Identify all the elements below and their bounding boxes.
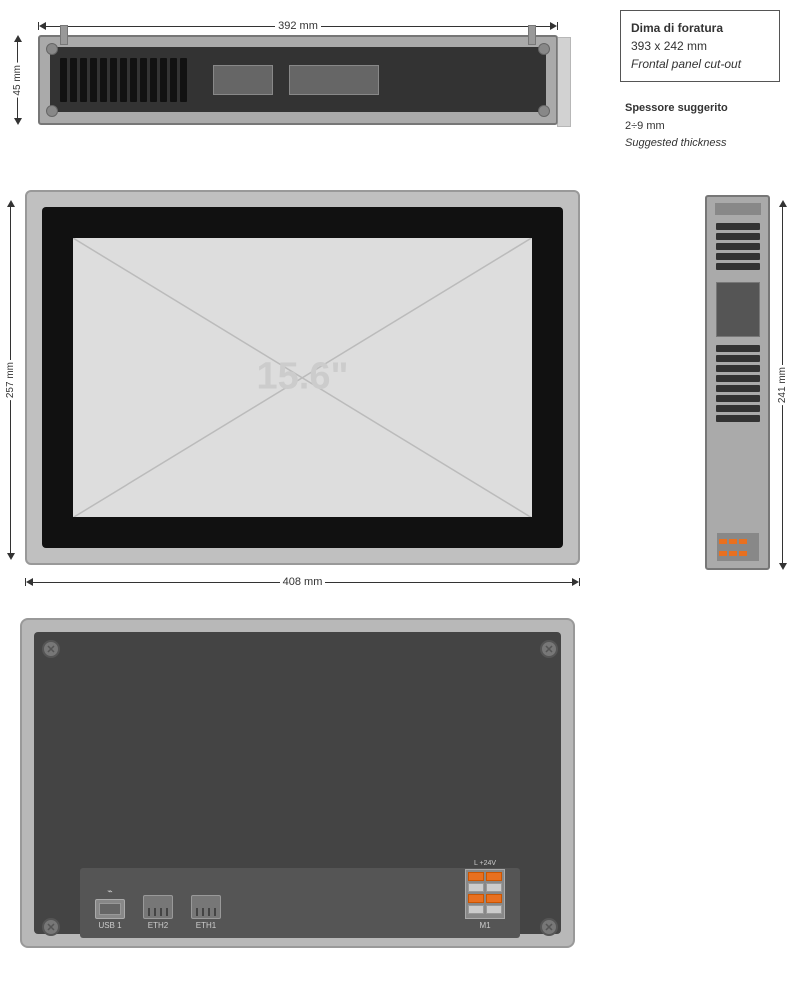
cutout-dimensions: 393 x 242 mm (631, 37, 769, 55)
side-top-panel (715, 203, 761, 215)
top-bolt-l (60, 25, 68, 45)
eth1-connector (191, 895, 221, 919)
usb-port-group: ⌁ USB 1 (95, 886, 125, 930)
top-connector-2 (289, 65, 379, 95)
usb-connector (95, 899, 125, 919)
cutout-title-italian: Dima di foratura (631, 19, 769, 37)
side-height-label: 241 mm (777, 365, 788, 405)
front-width-label: 408 mm (280, 576, 326, 588)
screen-size-label: 15.6" (257, 356, 349, 399)
eth2-connector (143, 895, 173, 919)
thickness-value: 2÷9 mm (625, 118, 780, 136)
eth2-port-group: ETH2 (143, 895, 173, 930)
back-port-area: ⌁ USB 1 ETH2 (80, 868, 520, 938)
front-height-label: 257 mm (5, 360, 16, 400)
usb-label: USB 1 (98, 921, 121, 930)
front-width-dimension: 408 mm (25, 576, 580, 588)
top-panel-flange (557, 37, 571, 127)
side-view-device (705, 195, 770, 570)
usb-symbol: ⌁ (107, 886, 112, 897)
back-screw-bl: ✕ (42, 918, 60, 936)
side-vent-group-2 (716, 345, 760, 422)
thickness-label-en: Suggested thickness (625, 135, 780, 153)
top-width-label: 392 mm (275, 20, 321, 32)
thickness-annotation: Spessore suggerito 2÷9 mm Suggested thic… (625, 100, 780, 153)
top-screw-bl (46, 105, 58, 117)
top-bolt-r (528, 25, 536, 45)
top-connector-1 (213, 65, 273, 95)
eth2-label: ETH2 (148, 921, 168, 930)
side-vent-group (716, 223, 760, 270)
eth1-label: ETH1 (196, 921, 216, 930)
top-view-device (38, 35, 558, 125)
top-height-dimension: 45 mm (12, 35, 23, 125)
side-ports (716, 532, 760, 562)
m1-label: M1 (479, 921, 490, 930)
m1-terminal-body (465, 869, 505, 919)
cutout-title-english: Frontal panel cut-out (631, 55, 769, 73)
back-view: ✕ ✕ ✕ ✕ ⌁ USB 1 (20, 618, 580, 958)
top-screw-tl (46, 43, 58, 55)
cutout-annotation-box: Dima di foratura 393 x 242 mm Frontal pa… (620, 10, 780, 82)
back-screw-br: ✕ (540, 918, 558, 936)
top-width-dimension: 392 mm (38, 20, 558, 32)
top-vent-group (60, 55, 187, 105)
front-height-dimension: 257 mm (5, 200, 16, 560)
top-height-label: 45 mm (12, 63, 23, 98)
side-connector-box (716, 282, 760, 337)
m1-terminal-group: L +24V (465, 860, 505, 930)
front-screen: 15.6" (73, 238, 531, 518)
front-view-device: 15.6" (25, 190, 580, 565)
front-screen-border: 15.6" (42, 207, 563, 548)
thickness-label-it: Spessore suggerito (625, 100, 780, 118)
m1-top-label: L +24V (474, 860, 496, 867)
side-height-dimension: 241 mm (777, 200, 788, 570)
eth1-port-group: ETH1 (191, 895, 221, 930)
back-screw-tl: ✕ (42, 640, 60, 658)
back-screw-tr: ✕ (540, 640, 558, 658)
top-screw-tr (538, 43, 550, 55)
top-screw-br (538, 105, 550, 117)
